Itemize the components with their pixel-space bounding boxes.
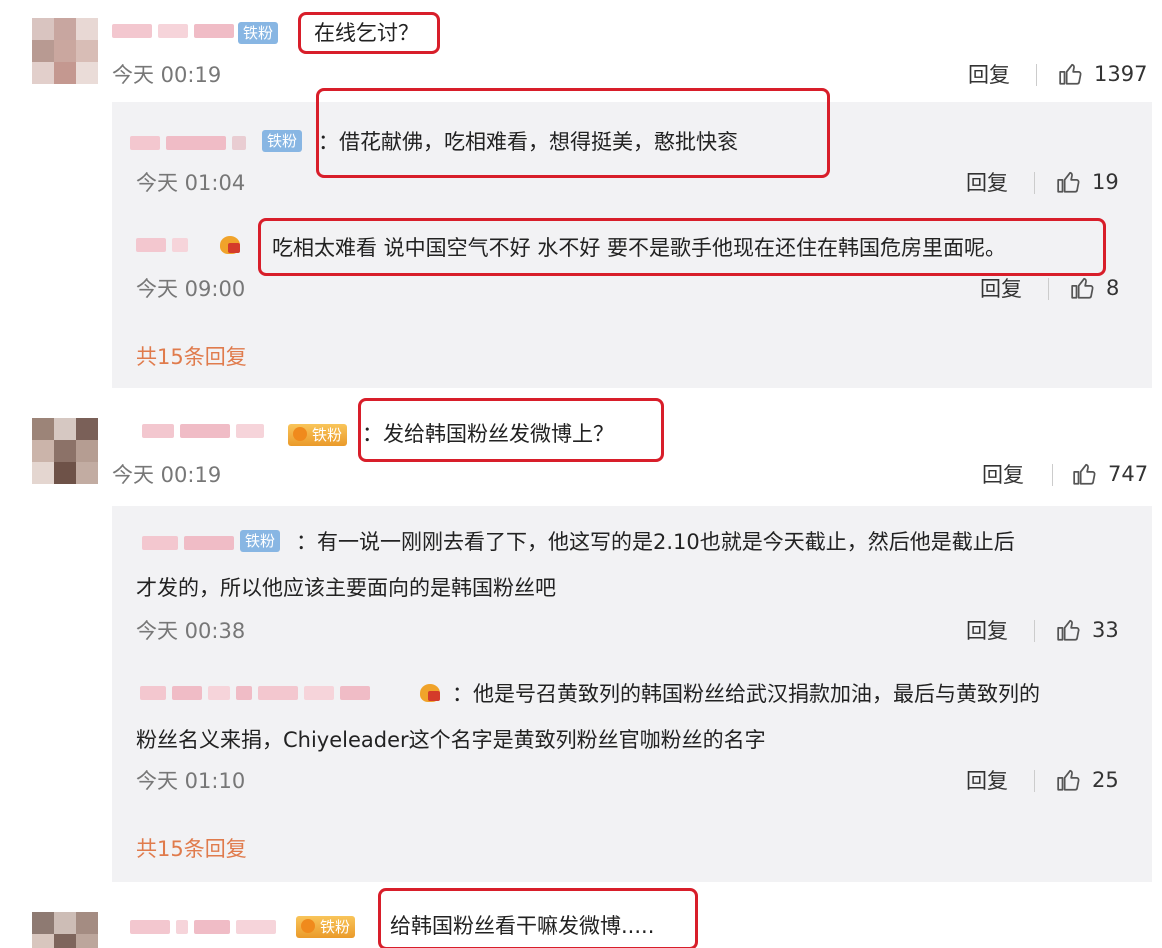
highlight-box xyxy=(358,398,664,462)
reply-text: 粉丝名义来捐，Chiyeleader这个名字是黄致列粉丝官咖粉丝的名字 xyxy=(136,728,766,752)
username-blurred[interactable] xyxy=(142,534,234,552)
like-count: 8 xyxy=(1106,276,1120,300)
avatar[interactable] xyxy=(32,418,98,484)
reply-button[interactable]: 回复 xyxy=(968,62,1010,88)
like-button[interactable]: 8 xyxy=(1070,274,1119,302)
username-blurred[interactable] xyxy=(112,22,234,40)
reply-time: 今天 01:10 xyxy=(136,769,246,793)
username-blurred[interactable] xyxy=(136,236,188,254)
reply-time: 今天 09:00 xyxy=(136,277,246,301)
divider xyxy=(1036,64,1037,86)
vip-crown-icon xyxy=(218,234,246,256)
divider xyxy=(1052,464,1053,486)
fan-badge: 铁粉 xyxy=(262,130,303,152)
avatar[interactable] xyxy=(32,912,98,948)
reply-button[interactable]: 回复 xyxy=(980,276,1022,302)
divider xyxy=(1034,620,1035,642)
reply-button[interactable]: 回复 xyxy=(966,170,1008,196)
divider xyxy=(1034,172,1035,194)
thumbs-up-icon xyxy=(1073,463,1096,485)
highlight-box xyxy=(378,888,698,948)
thumbs-up-icon xyxy=(1071,277,1094,299)
highlight-box xyxy=(316,88,830,178)
comment-time: 今天 00:19 xyxy=(112,463,222,487)
fan-badge: 铁粉 xyxy=(296,916,356,938)
thumbs-up-icon xyxy=(1057,171,1080,193)
fan-badge: 铁粉 xyxy=(288,424,348,446)
username-blurred[interactable] xyxy=(130,134,246,152)
username-blurred[interactable] xyxy=(130,918,276,936)
username-blurred[interactable] xyxy=(140,684,370,702)
reply-time: 今天 01:04 xyxy=(136,171,246,195)
like-count: 747 xyxy=(1108,462,1149,486)
like-button[interactable]: 19 xyxy=(1056,168,1119,196)
divider xyxy=(1034,770,1035,792)
reply-button[interactable]: 回复 xyxy=(966,618,1008,644)
thumbs-up-icon xyxy=(1059,63,1082,85)
reply-button[interactable]: 回复 xyxy=(982,462,1024,488)
like-count: 19 xyxy=(1092,170,1119,194)
reply-time: 今天 00:38 xyxy=(136,619,246,643)
username-blurred[interactable] xyxy=(142,422,264,440)
thumbs-up-icon xyxy=(1057,619,1080,641)
reply-text: ：他是号召黄致列的韩国粉丝给武汉捐款加油，最后与黄致列的 xyxy=(452,682,1040,706)
highlight-box xyxy=(258,218,1106,276)
fan-badge: 铁粉 xyxy=(240,530,281,552)
like-count: 1397 xyxy=(1094,62,1148,86)
like-count: 33 xyxy=(1092,618,1119,642)
reply-text: 才发的，所以他应该主要面向的是韩国粉丝吧 xyxy=(136,576,556,600)
like-button[interactable]: 1397 xyxy=(1058,60,1147,88)
like-button[interactable]: 25 xyxy=(1056,766,1119,794)
comment-time: 今天 00:19 xyxy=(112,63,222,87)
more-replies-link[interactable]: 共15条回复 xyxy=(136,344,247,370)
highlight-box xyxy=(298,12,440,54)
avatar[interactable] xyxy=(32,18,98,84)
like-button[interactable]: 33 xyxy=(1056,616,1119,644)
more-replies-link[interactable]: 共15条回复 xyxy=(136,836,247,862)
like-count: 25 xyxy=(1092,768,1119,792)
thumbs-up-icon xyxy=(1057,769,1080,791)
divider xyxy=(1048,278,1049,300)
fan-badge: 铁粉 xyxy=(238,22,279,44)
reply-button[interactable]: 回复 xyxy=(966,768,1008,794)
vip-crown-icon xyxy=(418,682,446,704)
reply-text: ：有一说一刚刚去看了下，他这写的是2.10也就是今天截止，然后他是截止后 xyxy=(296,530,1015,554)
like-button[interactable]: 747 xyxy=(1072,460,1148,488)
